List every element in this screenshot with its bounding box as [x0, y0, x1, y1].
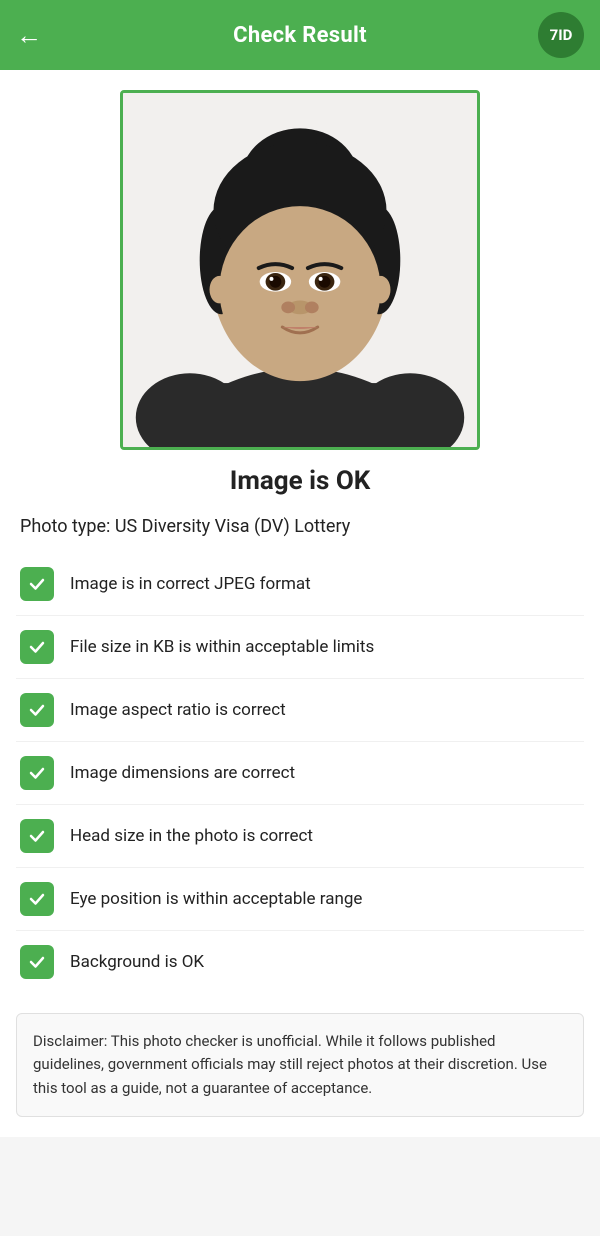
check-icon: [20, 567, 54, 601]
app-logo: 7ID: [538, 12, 584, 58]
check-text: Head size in the photo is correct: [70, 826, 313, 846]
status-title: Image is OK: [16, 466, 584, 496]
page-title: Check Result: [233, 23, 367, 48]
passport-photo: [123, 93, 477, 447]
check-item: Image aspect ratio is correct: [16, 679, 584, 742]
check-item: Image dimensions are correct: [16, 742, 584, 805]
app-header: ← Check Result 7ID: [0, 0, 600, 70]
disclaimer-text: Disclaimer: This photo checker is unoffi…: [33, 1030, 567, 1100]
check-text: Image is in correct JPEG format: [70, 574, 311, 594]
check-list: Image is in correct JPEG format File siz…: [16, 553, 584, 993]
check-icon: [20, 630, 54, 664]
photo-container: [16, 90, 584, 450]
check-icon: [20, 756, 54, 790]
check-icon: [20, 882, 54, 916]
check-text: Image aspect ratio is correct: [70, 700, 286, 720]
check-item: Head size in the photo is correct: [16, 805, 584, 868]
check-item: Eye position is within acceptable range: [16, 868, 584, 931]
back-button[interactable]: ←: [16, 20, 42, 51]
photo-frame: [120, 90, 480, 450]
photo-type-label: Photo type: US Diversity Visa (DV) Lotte…: [16, 516, 584, 537]
check-icon: [20, 693, 54, 727]
check-text: File size in KB is within acceptable lim…: [70, 637, 374, 657]
check-item: File size in KB is within acceptable lim…: [16, 616, 584, 679]
check-text: Image dimensions are correct: [70, 763, 295, 783]
disclaimer-box: Disclaimer: This photo checker is unoffi…: [16, 1013, 584, 1117]
check-item: Image is in correct JPEG format: [16, 553, 584, 616]
check-icon: [20, 819, 54, 853]
check-item: Background is OK: [16, 931, 584, 993]
main-content: Image is OK Photo type: US Diversity Vis…: [0, 70, 600, 1137]
check-text: Background is OK: [70, 952, 204, 972]
check-icon: [20, 945, 54, 979]
check-text: Eye position is within acceptable range: [70, 889, 362, 909]
